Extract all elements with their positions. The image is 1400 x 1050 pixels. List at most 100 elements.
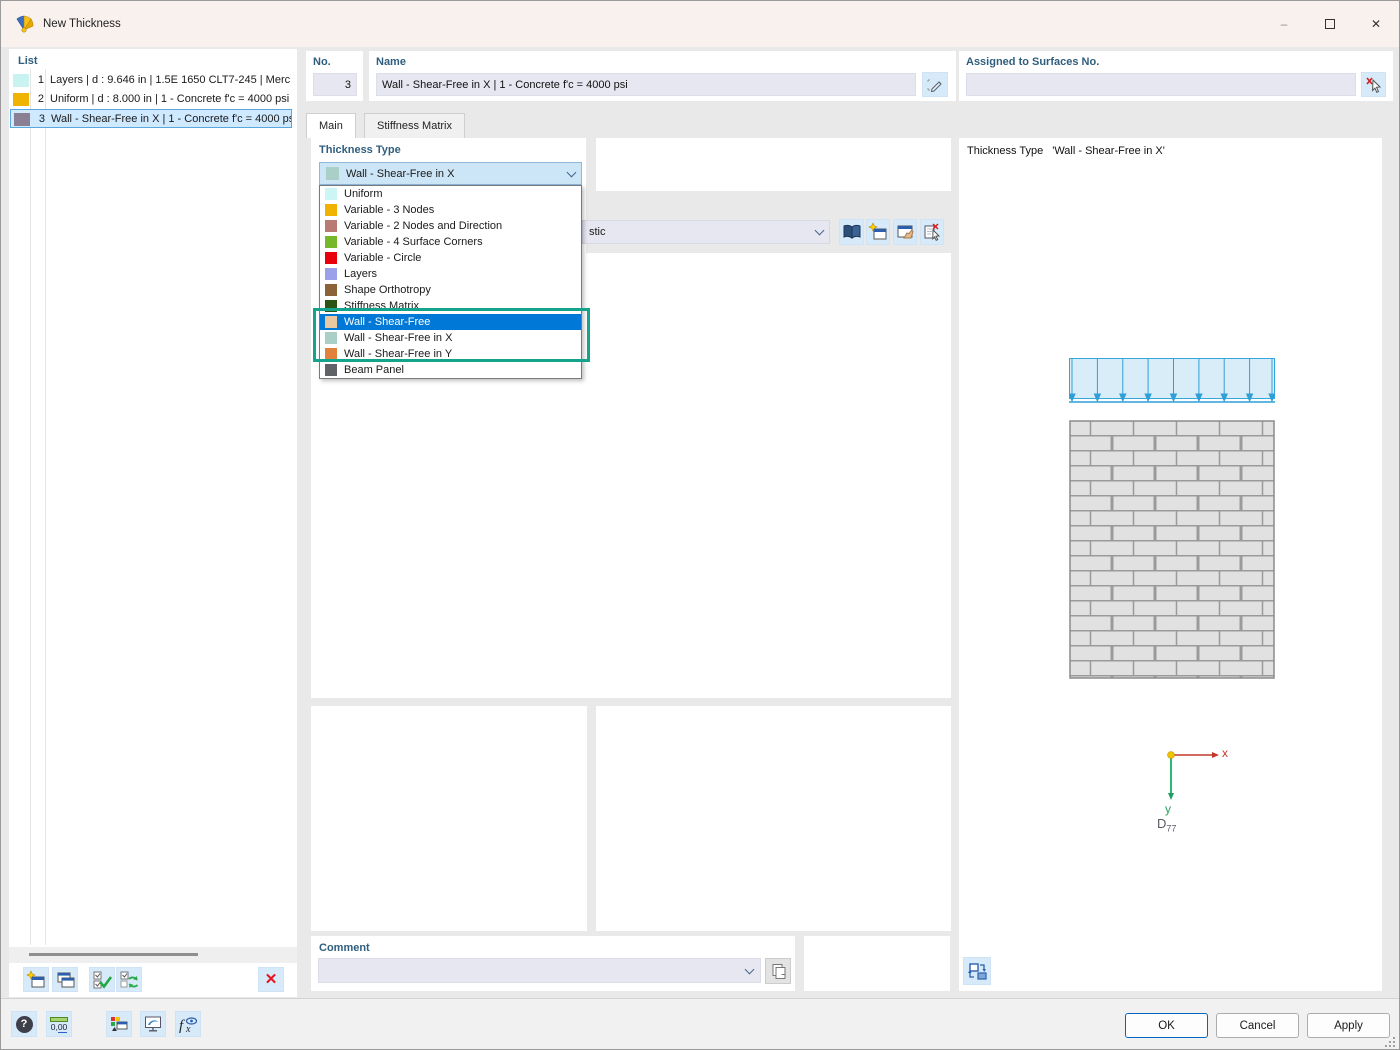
monitor-icon (143, 1014, 163, 1034)
ok-button[interactable]: OK (1125, 1013, 1208, 1038)
new-window-icon (26, 970, 46, 990)
rename-pencil-icon (926, 76, 944, 94)
thickness-dialog-icon (14, 14, 34, 34)
list-item-selected[interactable]: 3 Wall - Shear-Free in X | 1 - Concrete … (10, 109, 292, 128)
copy-thickness-button[interactable] (52, 967, 78, 992)
units-settings-button[interactable]: 0,00 (46, 1011, 72, 1037)
assigned-surfaces-input[interactable] (966, 73, 1356, 96)
apply-button[interactable]: Apply (1307, 1013, 1390, 1038)
comment-group: Comment (311, 936, 795, 991)
dropdown-option[interactable]: Layers (320, 266, 581, 282)
tab-main[interactable]: Main (306, 113, 356, 138)
copy-window-icon (55, 970, 75, 990)
minimize-button[interactable]: – (1261, 7, 1307, 41)
assigned-label: Assigned to Surfaces No. (966, 56, 1099, 68)
units-icon: 0,00 (50, 1017, 68, 1032)
dropdown-option[interactable]: Variable - 3 Nodes (320, 202, 581, 218)
dropdown-option[interactable]: Variable - Circle (320, 250, 581, 266)
new-material-button[interactable] (866, 219, 890, 245)
preview-panel: Thickness Type'Wall - Shear-Free in X' (959, 138, 1382, 991)
dropdown-option[interactable]: Uniform (320, 186, 581, 202)
name-input[interactable] (376, 73, 916, 96)
thickness-type-combobox[interactable]: Wall - Shear-Free in X (319, 162, 582, 185)
list-item[interactable]: 2 Uniform | d : 8.000 in | 1 - Concrete … (10, 90, 292, 109)
scrollbar-thumb[interactable] (29, 953, 198, 956)
list-item[interactable]: 1 Layers | d : 9.646 in | 1.5E 1650 CLT7… (10, 71, 292, 90)
material-combobox[interactable]: stic (582, 220, 830, 244)
option-label: Shape Orthotropy (344, 284, 431, 296)
edit-material-button[interactable] (893, 219, 917, 245)
option-label: Beam Panel (344, 364, 404, 376)
cancel-label: Cancel (1240, 1020, 1276, 1032)
no-input[interactable] (313, 73, 357, 96)
preview-toggle-button[interactable] (963, 957, 991, 985)
column-divider (30, 69, 31, 945)
option-label: Wall - Shear-Free in X (344, 332, 452, 344)
select-all-button[interactable] (89, 967, 115, 992)
list-item-number: 2 (22, 93, 44, 105)
distributed-load-graphic (1069, 358, 1275, 406)
edit-window-icon (895, 222, 915, 242)
comment-copy-button[interactable] (765, 958, 791, 984)
invert-selection-icon (118, 970, 140, 990)
tab-stiffness-matrix[interactable]: Stiffness Matrix (364, 113, 465, 138)
maximize-button[interactable] (1307, 7, 1353, 41)
dropdown-option-highlighted[interactable]: Wall - Shear-Free (320, 314, 581, 330)
list-toolbar: ✕ (9, 964, 297, 996)
empty-group-bottom-left (311, 706, 587, 931)
empty-group-bottom-middle (596, 706, 951, 931)
dropdown-option[interactable]: Wall - Shear-Free in Y (320, 346, 581, 362)
name-label: Name (376, 56, 406, 68)
local-axes-graphic (1146, 743, 1246, 813)
dropdown-option[interactable]: Beam Panel (320, 362, 581, 378)
svg-text:x: x (185, 1024, 191, 1034)
delete-thickness-button[interactable]: ✕ (258, 967, 284, 992)
thickness-type-label: Thickness Type (319, 144, 401, 156)
new-thickness-button[interactable] (23, 967, 49, 992)
close-button[interactable]: ✕ (1353, 7, 1399, 41)
list-item-label: Layers | d : 9.646 in | 1.5E 1650 CLT7-2… (50, 74, 290, 86)
ok-label: OK (1158, 1020, 1175, 1032)
dropdown-option[interactable]: Variable - 2 Nodes and Direction (320, 218, 581, 234)
book-icon (842, 223, 862, 241)
option-swatch (325, 236, 337, 248)
apply-label: Apply (1334, 1020, 1363, 1032)
column-divider (45, 69, 46, 945)
option-label: Variable - 3 Nodes (344, 204, 434, 216)
cancel-button[interactable]: Cancel (1216, 1013, 1299, 1038)
comment-label: Comment (319, 942, 370, 954)
select-surfaces-button[interactable] (1361, 72, 1386, 97)
option-label: Wall - Shear-Free in Y (344, 348, 452, 360)
comment-combobox[interactable] (318, 958, 761, 983)
option-label: Wall - Shear-Free (344, 316, 430, 328)
preview-title-label: Thickness Type (967, 145, 1043, 157)
list-item-label: Uniform | d : 8.000 in | 1 - Concrete f'… (50, 93, 290, 105)
horizontal-scrollbar[interactable] (9, 947, 297, 963)
help-button[interactable]: ? (11, 1011, 37, 1037)
formula-button[interactable]: f x (175, 1011, 201, 1037)
rename-button[interactable] (922, 72, 948, 97)
delete-material-assignment-button[interactable] (920, 219, 944, 245)
dropdown-option[interactable]: Stiffness Matrix (320, 298, 581, 314)
list-item-number: 3 (23, 113, 45, 125)
dropdown-option[interactable]: Variable - 4 Surface Corners (320, 234, 581, 250)
no-label: No. (313, 56, 331, 68)
dropdown-option[interactable]: Wall - Shear-Free in X (320, 330, 581, 346)
list-item-label: Wall - Shear-Free in X | 1 - Concrete f'… (51, 113, 291, 125)
thickness-list-panel: List 1 Layers | d : 9.646 in | 1.5E 1650… (9, 49, 297, 997)
resize-grip[interactable] (1384, 1036, 1396, 1048)
option-swatch (325, 204, 337, 216)
dropdown-option[interactable]: Shape Orthotropy (320, 282, 581, 298)
display-properties-icon (109, 1014, 129, 1034)
option-label: Stiffness Matrix (344, 300, 419, 312)
formula-fx-icon: f x (177, 1014, 199, 1034)
material-value-fragment: stic (589, 226, 816, 238)
material-library-button[interactable] (839, 219, 864, 245)
new-thickness-dialog: New Thickness – ✕ List 1 Layers | d : 9.… (0, 0, 1400, 1050)
option-swatch (325, 348, 337, 360)
list-label: List (18, 55, 38, 67)
display-settings-button[interactable] (140, 1011, 166, 1037)
option-swatch (325, 188, 337, 200)
invert-selection-button[interactable] (116, 967, 142, 992)
display-properties-button[interactable] (106, 1011, 132, 1037)
